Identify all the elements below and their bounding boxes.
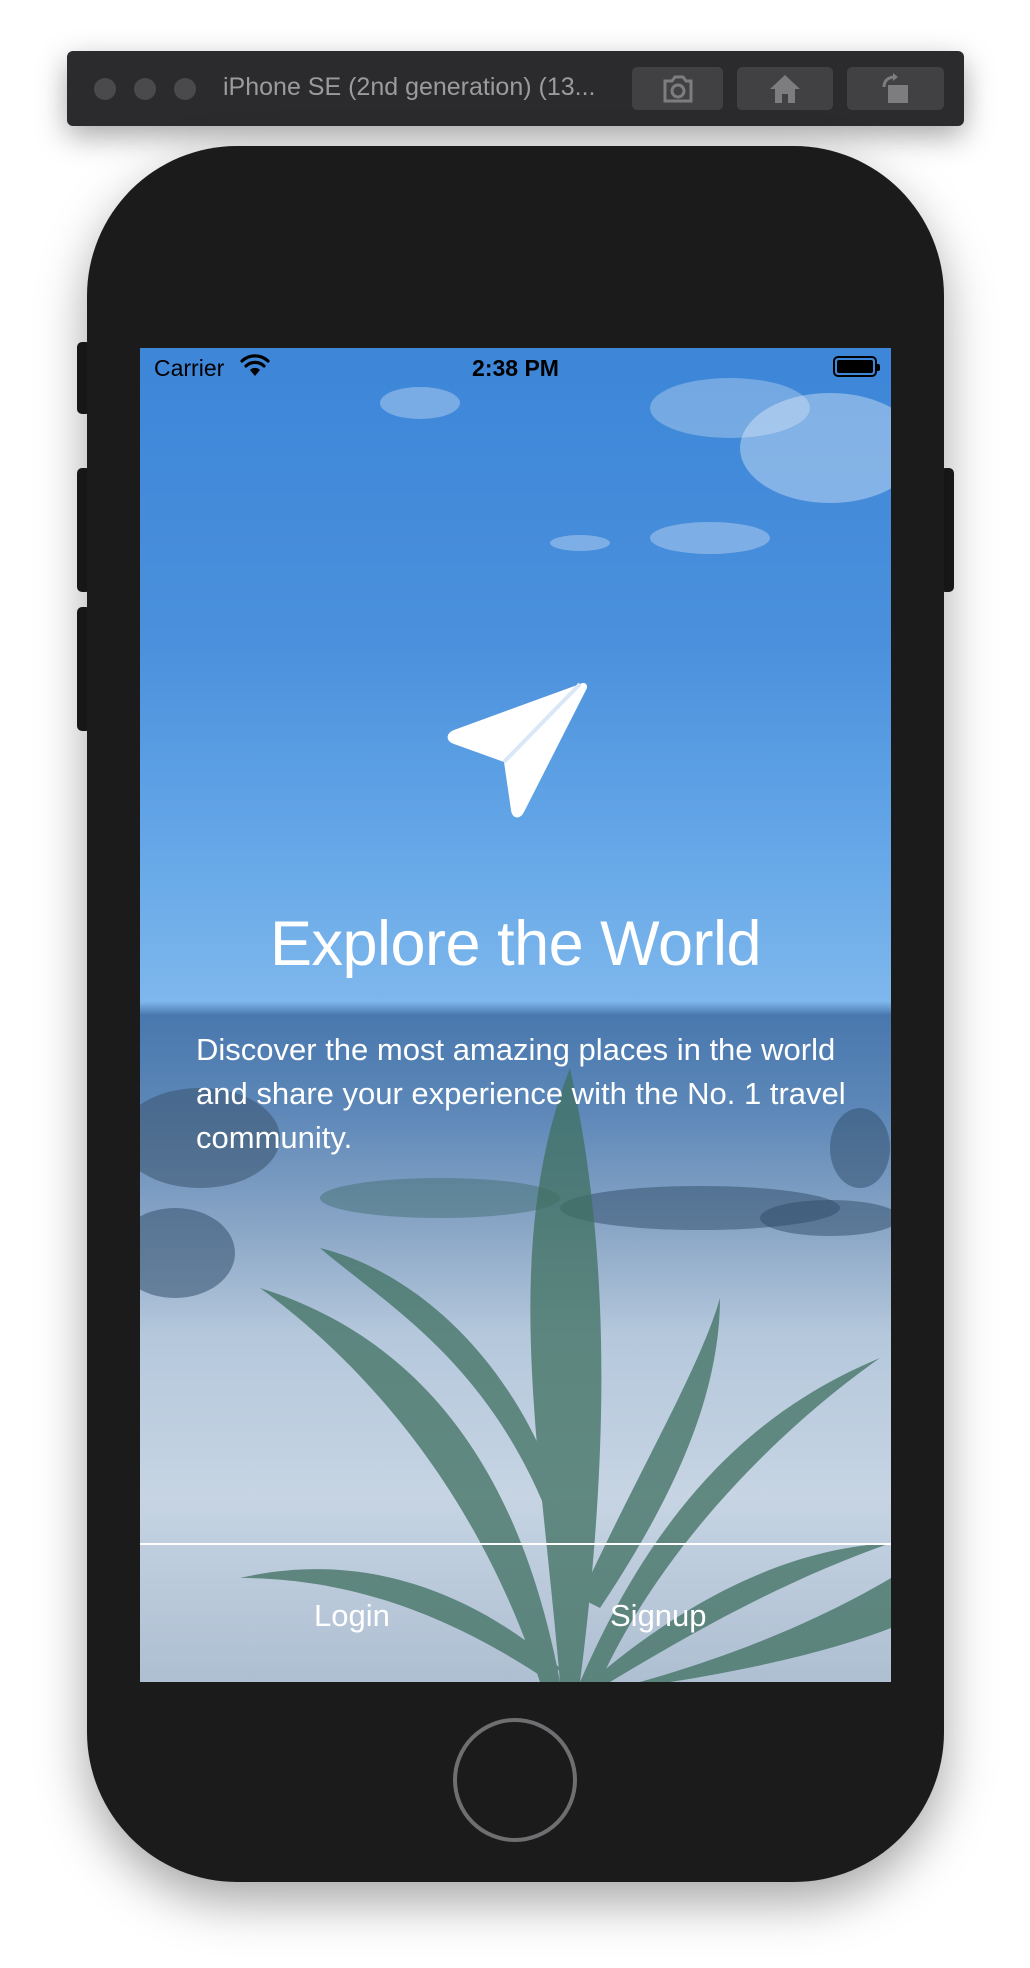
status-time: 2:38 PM <box>472 355 559 381</box>
home-toolbar-button[interactable] <box>737 67 833 110</box>
simulator-toolbar: iPhone SE (2nd generation) (13... <box>67 51 964 126</box>
battery-level <box>837 360 873 373</box>
battery-icon <box>833 356 880 377</box>
bottom-divider <box>140 1543 891 1545</box>
rotate-icon <box>882 72 908 103</box>
beach-background-image <box>140 378 891 1682</box>
window-minimize-button[interactable] <box>134 78 156 100</box>
paper-plane-icon <box>447 682 588 818</box>
home-button[interactable] <box>453 1718 577 1842</box>
page-title: Explore the World <box>269 909 762 979</box>
status-bar: Carrier 2:38 PM <box>140 348 891 388</box>
simulator-title: iPhone SE (2nd generation) (13... <box>223 73 596 101</box>
screenshot-button[interactable] <box>632 67 723 110</box>
description-text: Discover the most amazing places in the … <box>196 1032 846 1155</box>
rotate-button[interactable] <box>847 67 944 110</box>
login-button[interactable]: Login <box>314 1598 390 1634</box>
signup-button[interactable]: Signup <box>610 1598 707 1634</box>
home-icon <box>770 74 800 103</box>
camera-icon <box>663 75 692 102</box>
window-close-button[interactable] <box>94 78 116 100</box>
window-zoom-button[interactable] <box>174 78 196 100</box>
app-screen: Carrier 2:38 PM Explore the World Discov… <box>140 348 891 1682</box>
